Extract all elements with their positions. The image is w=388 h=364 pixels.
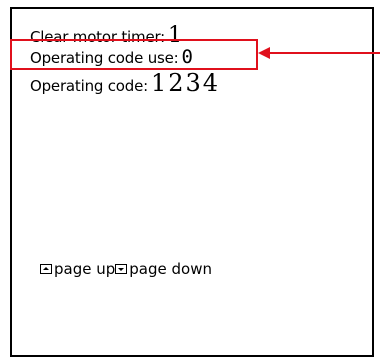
operating-code-value[interactable]: 1234 <box>151 71 220 95</box>
page-navigation-hint: page up page down <box>40 260 212 278</box>
page-up-key-icon[interactable] <box>40 264 52 274</box>
page-up-label: page up <box>54 260 116 278</box>
operating-code-label: Operating code: <box>30 77 148 95</box>
page-down-label: page down <box>129 260 212 278</box>
highlight-box <box>10 39 258 70</box>
operating-code-row: Operating code: 1234 <box>30 71 220 95</box>
pointer-arrow-icon <box>258 47 380 59</box>
page-down-key-icon[interactable] <box>115 264 128 274</box>
